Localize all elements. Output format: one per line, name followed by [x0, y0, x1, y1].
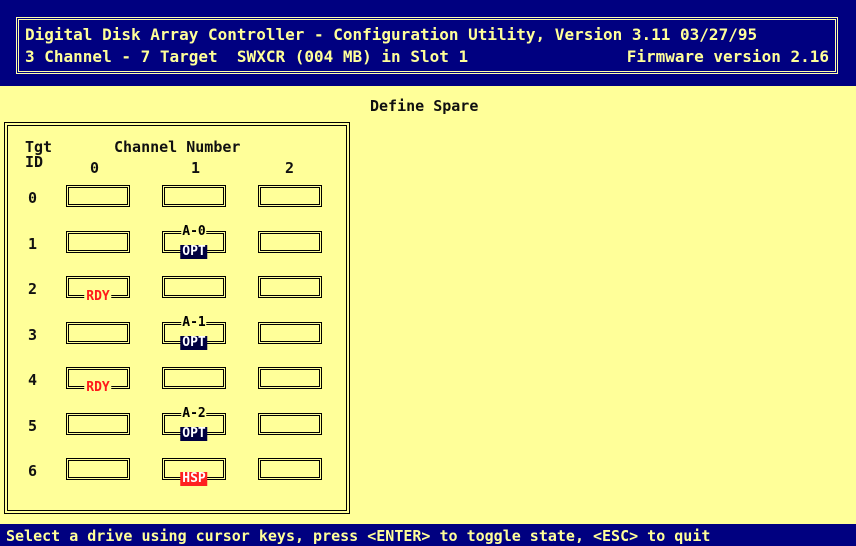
drive-slot[interactable] [258, 276, 322, 298]
target-id-label: 1 [28, 235, 38, 253]
target-id-label: 6 [28, 462, 38, 480]
status-help-text: Select a drive using cursor keys, press … [6, 527, 711, 545]
firmware-version: Firmware version 2.16 [626, 47, 829, 66]
drive-slot[interactable]: A-2 OPT [162, 407, 226, 441]
drive-state-badge: HSP [180, 471, 208, 486]
drive-map-panel: Tgt ID Channel Number 0 1 2 0 1 A-0 OPT 2 RDY… [4, 122, 350, 514]
target-id-label: 2 [28, 280, 38, 298]
drive-slot[interactable]: A-1 OPT [162, 316, 226, 350]
drive-slot[interactable] [66, 231, 130, 253]
status-bar: Select a drive using cursor keys, press … [0, 524, 856, 546]
drive-slot[interactable] [258, 322, 322, 344]
array-label: A-1 [181, 315, 207, 330]
drive-slot[interactable]: A-0 OPT [162, 225, 226, 259]
drive-state-badge: OPT [180, 426, 208, 441]
target-id-label: 0 [28, 189, 38, 207]
drive-slot[interactable] [162, 185, 226, 207]
drive-slot[interactable]: RDY [66, 367, 130, 395]
target-id-label: 3 [28, 326, 38, 344]
drive-state-badge: RDY [84, 380, 112, 395]
page-title: Define Spare [370, 97, 479, 115]
drive-slot[interactable] [258, 185, 322, 207]
array-label: A-0 [181, 224, 207, 239]
drive-slot[interactable] [258, 367, 322, 389]
drive-slot[interactable] [258, 413, 322, 435]
channel-2-label: 2 [285, 159, 295, 177]
channel-0-label: 0 [90, 159, 100, 177]
id-label: ID [25, 153, 44, 171]
channel-1-label: 1 [191, 159, 201, 177]
drive-slot[interactable] [66, 458, 130, 480]
drive-state-badge: OPT [180, 335, 208, 350]
target-id-label: 4 [28, 371, 38, 389]
drive-slot[interactable] [258, 231, 322, 253]
channel-number-label: Channel Number [114, 138, 241, 156]
drive-slot[interactable] [258, 458, 322, 480]
drive-slot[interactable] [66, 185, 130, 207]
drive-slot[interactable] [66, 413, 130, 435]
title-frame: Digital Disk Array Controller - Configur… [16, 17, 838, 74]
title-bar: Digital Disk Array Controller - Configur… [0, 0, 856, 86]
app-title: Digital Disk Array Controller - Configur… [25, 25, 758, 44]
drive-slot[interactable] [66, 322, 130, 344]
drive-slot[interactable]: RDY [66, 276, 130, 304]
target-id-label: 5 [28, 417, 38, 435]
drive-slot[interactable] [162, 367, 226, 389]
drive-state-badge: OPT [180, 244, 208, 259]
controller-info: 3 Channel - 7 Target SWXCR (004 MB) in S… [25, 47, 469, 66]
drive-slot[interactable]: HSP [162, 458, 226, 486]
drive-state-badge: RDY [84, 289, 112, 304]
array-label: A-2 [181, 406, 207, 421]
drive-slot[interactable] [162, 276, 226, 298]
